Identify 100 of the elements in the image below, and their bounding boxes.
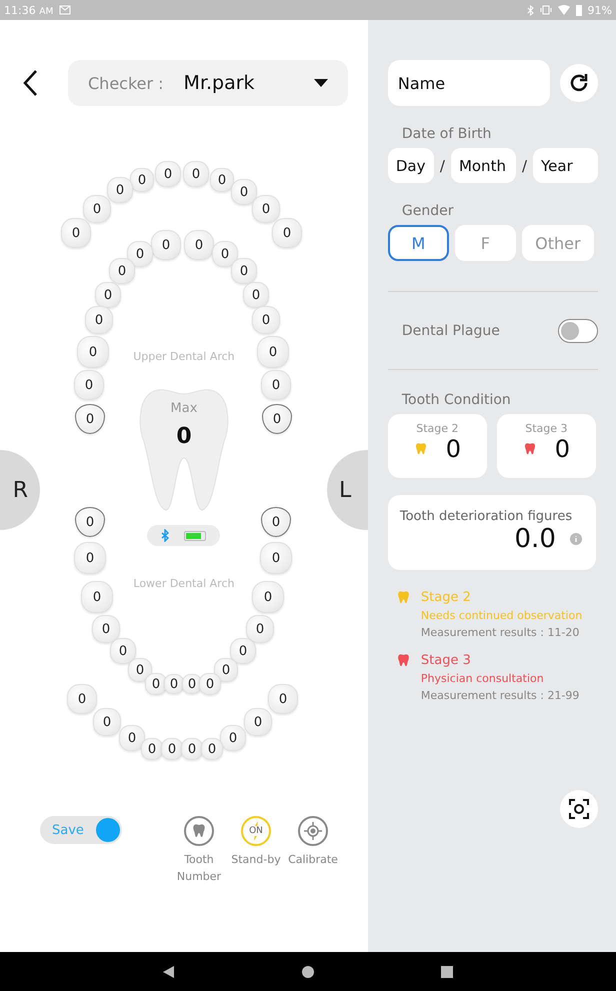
stage-count: 0 (446, 435, 462, 463)
tooth-value[interactable]: 0 (145, 673, 167, 695)
vibrate-icon (540, 5, 552, 15)
tooth-value[interactable]: 0 (109, 258, 135, 284)
date-field[interactable]: Year (533, 148, 598, 183)
date-separator: / (522, 156, 527, 174)
tooth-value[interactable]: 0 (220, 725, 246, 751)
tooth-value[interactable]: 0 (81, 581, 113, 613)
right-side-button[interactable]: R (0, 450, 40, 530)
tooth-value[interactable]: 0 (74, 370, 104, 400)
tooth-value[interactable]: 0 (262, 404, 292, 434)
tooth-value[interactable]: 0 (260, 542, 292, 574)
tooth-value[interactable]: 0 (199, 673, 221, 695)
tooth-value[interactable]: 0 (246, 615, 274, 643)
tooth-value[interactable]: 0 (119, 725, 145, 751)
recents-nav-icon[interactable] (440, 966, 453, 978)
tooth-icon (414, 442, 428, 456)
tooth-value[interactable]: 0 (85, 306, 113, 334)
tooth-value[interactable]: 0 (75, 404, 105, 434)
wifi-icon (558, 5, 570, 15)
date-field[interactable]: Day (388, 148, 434, 183)
checker-dropdown[interactable]: Checker : Mr.park (68, 60, 348, 106)
tool-button[interactable]: Calibrate (288, 816, 338, 885)
tooth-value[interactable]: 0 (230, 638, 256, 664)
tooth-value[interactable]: 0 (107, 177, 133, 203)
mail-icon (59, 5, 72, 15)
tooth-value[interactable]: 0 (183, 161, 209, 187)
tooth-value[interactable]: 0 (110, 638, 136, 664)
tooth-value[interactable]: 0 (151, 230, 181, 260)
arch-label: Upper Dental Arch (133, 350, 235, 363)
legend-title: Stage 3 (420, 653, 472, 668)
tooth-value[interactable]: 0 (181, 738, 203, 760)
tooth-value[interactable]: 0 (261, 507, 291, 537)
tooth-value[interactable]: 0 (272, 218, 302, 248)
tooth-value[interactable]: 0 (92, 615, 120, 643)
tooth-value[interactable]: 0 (141, 738, 163, 760)
tooth-value[interactable]: 0 (182, 674, 202, 694)
legend-description: Physician consultation (420, 672, 545, 685)
tooth-glyph-icon (191, 823, 207, 839)
refresh-button[interactable] (560, 64, 598, 102)
tooth-value[interactable]: 0 (261, 370, 291, 400)
left-side-button[interactable]: L (327, 450, 368, 530)
tooth-icon (396, 653, 411, 668)
tooth-value[interactable]: 0 (93, 708, 121, 736)
tooth-value[interactable]: 0 (127, 241, 153, 267)
refresh-icon (568, 72, 590, 94)
tooth-value[interactable]: 0 (155, 161, 181, 187)
tooth-value[interactable]: 0 (128, 658, 152, 682)
tooth-value[interactable]: 0 (252, 581, 284, 613)
tooth-value[interactable]: 0 (74, 542, 106, 574)
legend-description: Needs continued observation (420, 609, 582, 622)
name-field[interactable]: Name (388, 60, 550, 106)
stage-label: Stage 2 (416, 422, 459, 435)
battery-icon (576, 4, 582, 16)
deterioration-value: 0.0 (514, 524, 556, 554)
tooth-value[interactable]: 0 (244, 708, 272, 736)
scan-button[interactable] (560, 790, 598, 828)
dental-plague-label: Dental Plague (402, 323, 500, 339)
tooth-value[interactable]: 0 (164, 674, 184, 694)
tool-button[interactable]: Tooth Number (174, 816, 224, 885)
tool-button[interactable]: ON Stand-by (231, 816, 281, 885)
legend-range: Measurement results : 11-20 (420, 626, 580, 639)
gender-option[interactable]: M (388, 225, 449, 261)
tooth-value[interactable]: 0 (231, 258, 257, 284)
tooth-value[interactable]: 0 (243, 282, 269, 308)
tooth-value[interactable]: 0 (257, 336, 289, 368)
tooth-value[interactable]: 0 (210, 168, 234, 192)
date-separator: / (440, 156, 445, 174)
date-of-birth-label: Date of Birth (402, 126, 492, 142)
tooth-value[interactable]: 0 (61, 218, 91, 248)
tooth-value[interactable]: 0 (75, 507, 105, 537)
tooth-icon (396, 590, 411, 605)
standby-icon: ON (241, 816, 271, 846)
tooth-value[interactable]: 0 (184, 230, 214, 260)
tooth-value[interactable]: 0 (231, 179, 257, 205)
tooth-value[interactable]: 0 (201, 738, 223, 760)
tooth-value[interactable]: 0 (77, 336, 109, 368)
home-nav-icon[interactable] (302, 966, 314, 978)
bluetooth-icon (526, 4, 534, 16)
tooth-value[interactable]: 0 (67, 684, 97, 714)
back-nav-icon[interactable] (163, 966, 176, 978)
tooth-value[interactable]: 0 (252, 195, 280, 223)
gender-label: Gender (402, 203, 454, 219)
legend-title: Stage 2 (420, 590, 472, 605)
caret-icon (314, 79, 328, 87)
tooth-value[interactable]: 0 (95, 282, 121, 308)
target-icon (298, 816, 328, 846)
tooth-condition-label: Tooth Condition (402, 392, 512, 408)
arch-label: Lower Dental Arch (133, 577, 234, 590)
tooth-value[interactable]: 0 (130, 168, 154, 192)
dental-plague-switch[interactable] (558, 319, 598, 343)
date-field[interactable]: Month (450, 148, 516, 183)
tooth-value[interactable]: 0 (212, 241, 238, 267)
tooth-value[interactable]: 0 (252, 306, 280, 334)
tooth-value[interactable]: 0 (83, 195, 111, 223)
tooth-value[interactable]: 0 (161, 738, 183, 760)
battery-indicator (184, 530, 206, 540)
tooth-value[interactable]: 0 (268, 684, 298, 714)
status-time: 11:36 AM (4, 4, 54, 16)
tooth-value[interactable]: 0 (214, 658, 238, 682)
